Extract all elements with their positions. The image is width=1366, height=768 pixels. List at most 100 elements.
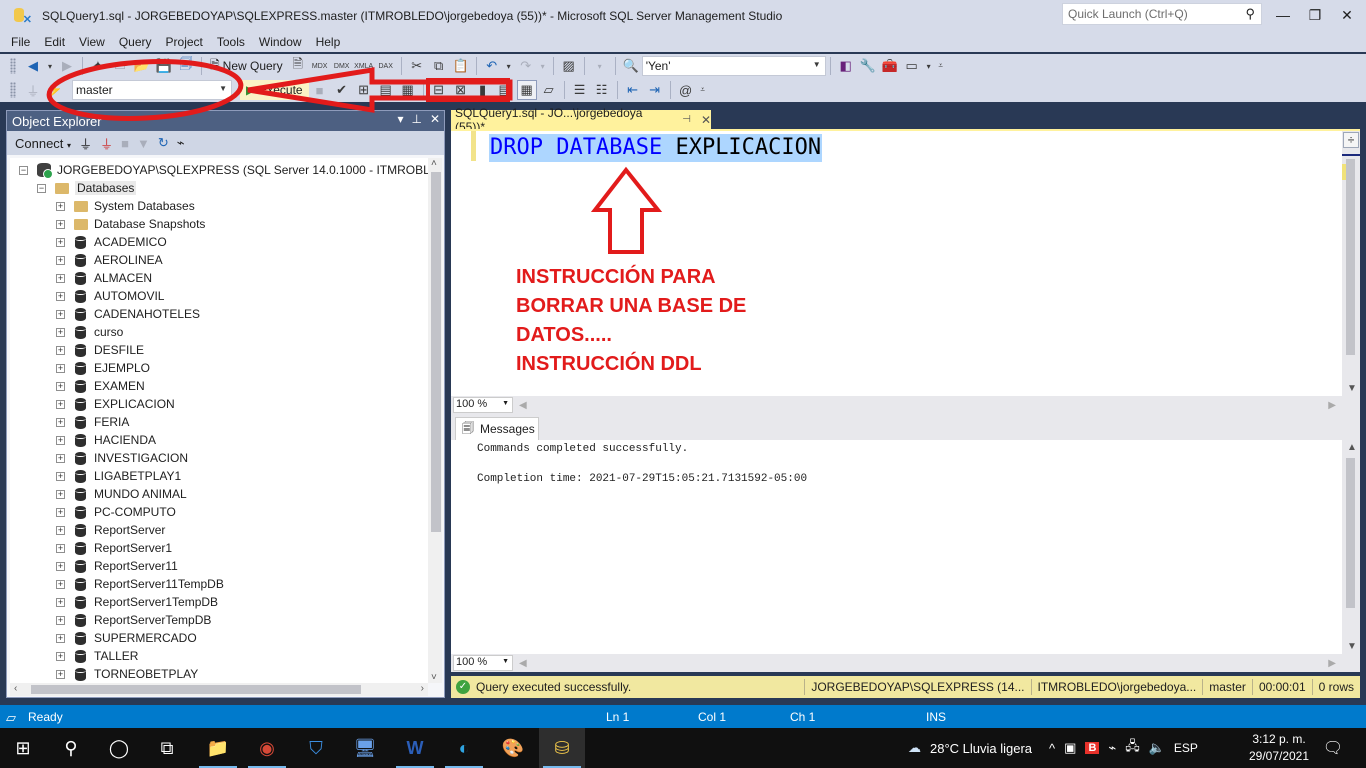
undo-dropdown-icon[interactable]: ▾: [504, 56, 514, 76]
tree-node-server[interactable]: − JORGEBEDOYAP\SQLEXPRESS (SQL Server 14…: [10, 161, 428, 179]
quick-launch-input[interactable]: Quick Launch (Ctrl+Q) ⚲: [1062, 3, 1262, 25]
expand-icon[interactable]: +: [56, 381, 65, 391]
tree-node-database[interactable]: + ReportServer1: [10, 539, 428, 557]
redo-icon[interactable]: ↷: [516, 56, 536, 76]
client-statistics-icon[interactable]: ▮: [473, 80, 493, 100]
taskbar-word[interactable]: W: [392, 728, 438, 768]
power-icon[interactable]: ⌁: [1108, 740, 1116, 756]
expand-icon[interactable]: +: [56, 363, 65, 373]
tree-node-database[interactable]: + SUPERMERCADO: [10, 629, 428, 647]
notifications-button[interactable]: 🗨: [1310, 728, 1356, 768]
expand-icon[interactable]: +: [56, 579, 65, 589]
scrollbar-thumb[interactable]: [1346, 458, 1355, 608]
tree-node-database[interactable]: + EXPLICACION: [10, 395, 428, 413]
results-zoom-combo[interactable]: 100 % ▼: [453, 655, 513, 671]
scroll-up-icon[interactable]: ˄: [431, 158, 437, 169]
b-app-icon[interactable]: B: [1085, 742, 1100, 754]
minimize-button[interactable]: —: [1268, 4, 1298, 26]
forward-icon[interactable]: ▶: [57, 56, 77, 76]
toolbar-overflow-icon[interactable]: ⩡: [936, 56, 946, 76]
filter-icon[interactable]: ▼: [137, 136, 150, 151]
toolbar-grip[interactable]: [10, 58, 16, 74]
expand-icon[interactable]: +: [56, 561, 65, 571]
start-button[interactable]: ⊞: [0, 728, 46, 768]
expand-icon[interactable]: +: [56, 417, 65, 427]
expand-icon[interactable]: +: [56, 291, 65, 301]
tree-node-database[interactable]: + INVESTIGACION: [10, 449, 428, 467]
clock[interactable]: 3:12 p. m. 29/07/2021: [1248, 731, 1310, 765]
expand-icon[interactable]: +: [56, 237, 65, 247]
tree-node-database[interactable]: + HACIENDA: [10, 431, 428, 449]
menu-query[interactable]: Query: [112, 35, 159, 49]
editor-vertical-scrollbar[interactable]: ÷ ▼: [1342, 131, 1360, 396]
scroll-right-icon[interactable]: ▶: [1328, 658, 1336, 669]
toolbar-overflow-icon[interactable]: ⩡: [698, 80, 708, 100]
sql-editor[interactable]: DROP DATABASE EXPLICACION INSTRUCCIÓN PA…: [451, 131, 1360, 396]
tree-node-database[interactable]: + TORNEOBETPLAY: [10, 665, 428, 683]
parse-checkmark-icon[interactable]: ✔: [332, 80, 352, 100]
tree-node-database[interactable]: + ReportServer11TempDB: [10, 575, 428, 593]
taskbar-security[interactable]: ⛉: [293, 728, 339, 768]
new-project-icon[interactable]: ✦: [88, 56, 108, 76]
increase-indent-icon[interactable]: ⇥: [645, 80, 665, 100]
connect-plug-icon[interactable]: ⏚: [79, 134, 92, 153]
vs-solution-icon[interactable]: ◧: [836, 56, 856, 76]
editor-zoom-combo[interactable]: 100 % ▼: [453, 397, 513, 413]
scrollbar-thumb[interactable]: [1346, 159, 1355, 355]
tree-node-database[interactable]: + DESFILE: [10, 341, 428, 359]
scroll-right-icon[interactable]: ›: [421, 683, 424, 694]
search-button[interactable]: ⚲: [48, 728, 94, 768]
tree-node-folder[interactable]: + Database Snapshots: [10, 215, 428, 233]
specify-template-values-icon[interactable]: ▦: [398, 80, 418, 100]
pin-tab-icon[interactable]: ⊣: [682, 114, 691, 125]
dropdown-icon[interactable]: ▾: [590, 56, 610, 76]
results-to-file-icon[interactable]: ▱: [539, 80, 559, 100]
pin-icon[interactable]: ⊥: [411, 112, 421, 126]
tree-node-folder[interactable]: + System Databases: [10, 197, 428, 215]
cortana-button[interactable]: ◯: [96, 728, 142, 768]
available-databases-combo[interactable]: master ▼: [72, 80, 232, 100]
menu-edit[interactable]: Edit: [37, 35, 72, 49]
scroll-left-icon[interactable]: ‹: [14, 683, 17, 694]
expand-icon[interactable]: +: [56, 471, 65, 481]
weather-cloud-icon[interactable]: ☁: [908, 740, 921, 756]
include-actual-plan-icon[interactable]: ⊟: [429, 80, 449, 100]
find-combo[interactable]: 'Yen' ▼: [641, 56, 826, 76]
scrollbar-thumb[interactable]: [431, 172, 441, 532]
new-file-icon[interactable]: ▭: [110, 56, 130, 76]
taskbar-edge[interactable]: ◐: [441, 728, 487, 768]
tree-node-database[interactable]: + ALMACEN: [10, 269, 428, 287]
expand-icon[interactable]: +: [56, 597, 65, 607]
scrollbar-thumb[interactable]: [31, 685, 361, 694]
display-estimated-plan-icon[interactable]: ⊞: [354, 80, 374, 100]
paste-icon[interactable]: 📋: [451, 56, 471, 76]
expand-icon[interactable]: +: [56, 543, 65, 553]
query-designer-icon[interactable]: ▤: [376, 80, 396, 100]
dax-query-icon[interactable]: DAX: [376, 56, 396, 76]
refresh-icon[interactable]: ↻: [158, 135, 169, 151]
copy-icon[interactable]: ⧉: [429, 56, 449, 76]
scroll-right-icon[interactable]: ▶: [1328, 400, 1336, 411]
connect-icon[interactable]: ⏚: [23, 80, 43, 100]
expand-icon[interactable]: +: [56, 255, 65, 265]
tab-messages[interactable]: 🗐 Messages: [455, 417, 539, 440]
toolbox-icon[interactable]: 🧰: [880, 56, 900, 76]
specify-values-icon[interactable]: @: [676, 80, 696, 100]
expand-icon[interactable]: +: [56, 651, 65, 661]
stop-icon[interactable]: ■: [121, 136, 129, 151]
comment-out-icon[interactable]: ☰: [570, 80, 590, 100]
object-explorer-horizontal-scrollbar[interactable]: ‹ ›: [10, 683, 428, 696]
back-icon[interactable]: ◀: [23, 56, 43, 76]
expand-icon[interactable]: +: [56, 309, 65, 319]
expand-icon[interactable]: +: [56, 489, 65, 499]
taskbar-chrome[interactable]: ◉: [244, 728, 290, 768]
save-all-icon[interactable]: 🗐: [176, 56, 196, 76]
execute-button[interactable]: ▶ Execute: [240, 80, 309, 100]
save-icon[interactable]: 💾: [154, 56, 174, 76]
expand-icon[interactable]: +: [56, 273, 65, 283]
expand-icon[interactable]: +: [56, 669, 65, 679]
scroll-down-icon[interactable]: ▼: [1347, 383, 1357, 394]
tree-node-database[interactable]: + FERIA: [10, 413, 428, 431]
tree-node-database[interactable]: + ReportServer: [10, 521, 428, 539]
menu-project[interactable]: Project: [159, 35, 210, 49]
